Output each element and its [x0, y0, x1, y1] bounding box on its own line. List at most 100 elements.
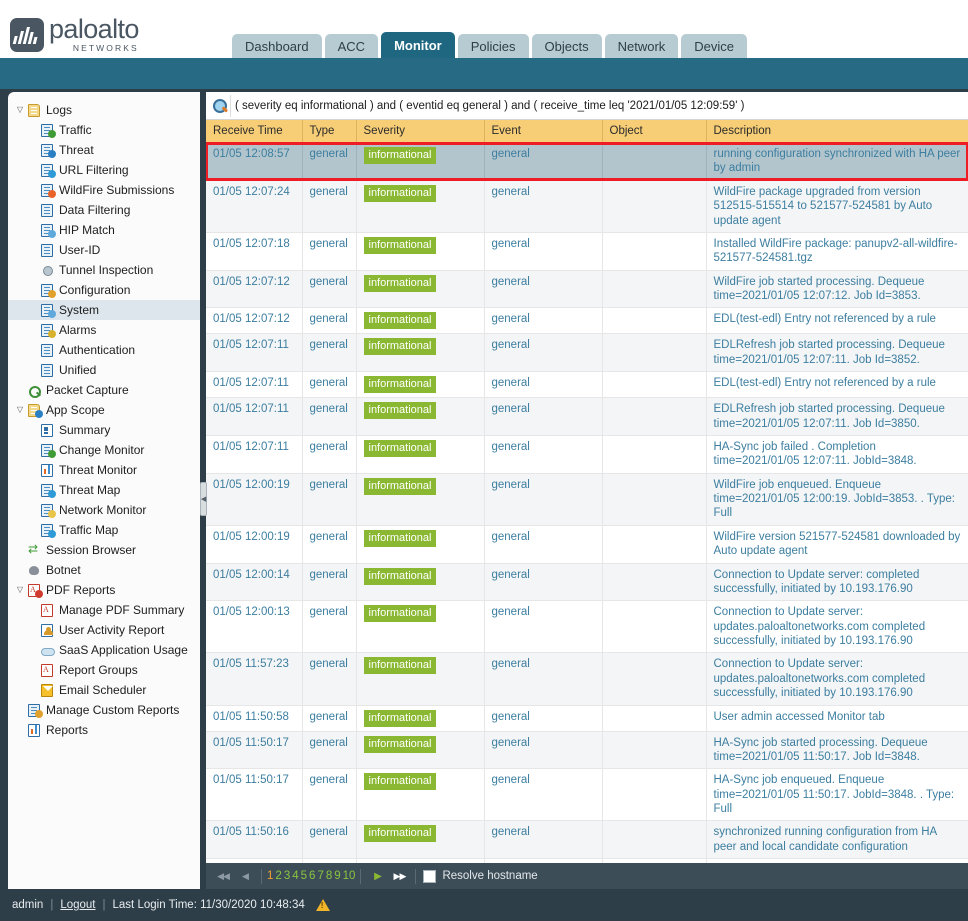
sidebar-item-configuration[interactable]: Configuration	[8, 280, 200, 300]
page-link-9[interactable]: 9	[334, 870, 340, 882]
sidebar-item-summary[interactable]: Summary	[8, 420, 200, 440]
table-row[interactable]: 01/05 11:57:23 general informational genera…	[206, 652, 968, 706]
page-link-5[interactable]: 5	[301, 870, 307, 882]
sidebar-item-logs[interactable]: ▽ Logs	[8, 100, 200, 120]
table-row[interactable]: 01/05 11:50:17 general informational genera…	[206, 768, 968, 822]
logout-link[interactable]: Logout	[60, 899, 95, 911]
sidebar-item-threat-map[interactable]: Threat Map	[8, 480, 200, 500]
sidebar-item-label: Configuration	[59, 283, 131, 297]
warning-triangle-icon[interactable]	[315, 899, 330, 911]
sidebar-item-change-monitor[interactable]: Change Monitor	[8, 440, 200, 460]
table-row[interactable]: 01/05 12:07:24 general informational genera…	[206, 180, 968, 233]
sidebar-item-saas-application-usage[interactable]: SaaS Application Usage	[8, 640, 200, 660]
twisty-expanded-icon[interactable]: ▽	[14, 100, 26, 120]
search-icon[interactable]	[210, 96, 230, 116]
url-filtering-log-icon	[39, 163, 56, 178]
log-table-scroll[interactable]: Receive Time Type Severity Event Object Descr…	[206, 120, 968, 863]
table-row[interactable]: 01/05 11:50:58 general informational genera…	[206, 705, 968, 732]
resolve-hostname-checkbox[interactable]	[423, 869, 437, 883]
page-link-1[interactable]: 1	[267, 870, 273, 882]
table-row[interactable]: 01/05 12:00:13 general informational genera…	[206, 600, 968, 654]
sidebar-item-session-browser[interactable]: Session Browser	[8, 540, 200, 560]
sidebar-item-network-monitor[interactable]: Network Monitor	[8, 500, 200, 520]
tab-network[interactable]: Network	[604, 34, 679, 60]
column-header-description[interactable]: Description	[706, 120, 968, 143]
sidebar-item-label: Botnet	[46, 563, 81, 577]
table-row[interactable]: 01/05 12:07:11 general informational genera…	[206, 333, 968, 373]
table-row[interactable]: 01/05 12:00:14 general informational genera…	[206, 563, 968, 602]
table-row[interactable]: 01/05 12:07:11 general informational genera…	[206, 397, 968, 436]
table-row[interactable]: 01/05 12:00:19 general informational genera…	[206, 473, 968, 526]
tab-device[interactable]: Device	[681, 34, 748, 60]
table-row[interactable]: 01/05 11:50:17 general informational genera…	[206, 731, 968, 770]
tab-policies[interactable]: Policies	[457, 34, 529, 60]
sidebar-item-unified[interactable]: Unified	[8, 360, 200, 380]
table-row[interactable]: 01/05 12:07:18 general informational genera…	[206, 232, 968, 271]
cell-event: general	[484, 307, 603, 335]
table-row[interactable]: 01/05 12:00:19 general informational genera…	[206, 525, 968, 564]
sidebar-item-authentication[interactable]: Authentication	[8, 340, 200, 360]
sidebar-item-app-scope[interactable]: ▽ App Scope	[8, 400, 200, 420]
sidebar-item-pdf-reports[interactable]: ▽ PDF Reports	[8, 580, 200, 600]
sidebar-item-url-filtering[interactable]: URL Filtering	[8, 160, 200, 180]
column-header-event[interactable]: Event	[484, 120, 603, 143]
sidebar-item-report-groups[interactable]: Report Groups	[8, 660, 200, 680]
sidebar-item-reports[interactable]: Reports	[8, 720, 200, 740]
page-link-8[interactable]: 8	[326, 870, 332, 882]
sidebar-item-manage-custom-reports[interactable]: Manage Custom Reports	[8, 700, 200, 720]
sidebar-item-packet-capture[interactable]: Packet Capture	[8, 380, 200, 400]
change-monitor-icon	[39, 443, 56, 458]
sidebar-item-alarms[interactable]: Alarms	[8, 320, 200, 340]
sidebar-item-threat-monitor[interactable]: Threat Monitor	[8, 460, 200, 480]
last-page-button[interactable]: ▶▶	[388, 866, 410, 886]
cell-description: WildFire job enqueued. Enqueue time=2021…	[706, 473, 968, 526]
cell-severity: informational	[356, 652, 485, 706]
table-row[interactable]: 01/05 12:07:12 general informational genera…	[206, 307, 968, 335]
sidebar-item-traffic-map[interactable]: Traffic Map	[8, 520, 200, 540]
cell-receive-time: 01/05 12:00:13	[206, 600, 303, 654]
cell-event: general	[484, 563, 603, 602]
sidebar-item-hip-match[interactable]: HIP Match	[8, 220, 200, 240]
page-link-2[interactable]: 2	[275, 870, 281, 882]
page-link-4[interactable]: 4	[292, 870, 298, 882]
sidebar-item-botnet[interactable]: Botnet	[8, 560, 200, 580]
page-link-7[interactable]: 7	[317, 870, 323, 882]
table-row[interactable]: 01/05 11:48:31generalinformationalgenera…	[206, 858, 968, 863]
tab-dashboard[interactable]: Dashboard	[232, 34, 322, 60]
prev-page-button[interactable]: ◀	[234, 866, 256, 886]
page-link-10[interactable]: 10	[343, 870, 356, 882]
column-header-object[interactable]: Object	[602, 120, 707, 143]
column-header-receive-time[interactable]: Receive Time	[206, 120, 303, 143]
sidebar-item-system[interactable]: System	[8, 300, 200, 320]
twisty-expanded-icon[interactable]: ▽	[14, 580, 26, 600]
search-input[interactable]	[230, 94, 968, 117]
table-row[interactable]: 01/05 11:50:16 general informational genera…	[206, 820, 968, 860]
app-root: paloalto NETWORKS Dashboard ACC Monitor Pol…	[0, 0, 968, 921]
page-link-3[interactable]: 3	[284, 870, 290, 882]
sidebar-item-tunnel-inspection[interactable]: Tunnel Inspection	[8, 260, 200, 280]
page-link-6[interactable]: 6	[309, 870, 315, 882]
data-filtering-log-icon	[39, 203, 56, 218]
sidebar-item-email-scheduler[interactable]: Email Scheduler	[8, 680, 200, 700]
column-header-type[interactable]: Type	[302, 120, 357, 143]
column-header-severity[interactable]: Severity	[356, 120, 485, 143]
sidebar-item-wildfire-submissions[interactable]: WildFire Submissions	[8, 180, 200, 200]
sidebar-collapse-handle[interactable]: ◀	[200, 482, 207, 516]
first-page-button[interactable]: ◀◀	[212, 866, 234, 886]
sidebar-item-manage-pdf-summary[interactable]: Manage PDF Summary	[8, 600, 200, 620]
table-row[interactable]: 01/05 12:07:11 general informational genera…	[206, 371, 968, 399]
sidebar-item-user-id[interactable]: User-ID	[8, 240, 200, 260]
cell-description: HA-Sync job started processing. Dequeue …	[706, 731, 968, 770]
sidebar-item-threat[interactable]: Threat	[8, 140, 200, 160]
sidebar-item-user-activity-report[interactable]: User Activity Report	[8, 620, 200, 640]
table-row[interactable]: 01/05 12:07:11 general informational genera…	[206, 435, 968, 474]
table-row-highlighted[interactable]: 01/05 12:08:57 general informational genera…	[206, 141, 968, 182]
tab-monitor[interactable]: Monitor	[381, 32, 455, 60]
sidebar-item-data-filtering[interactable]: Data Filtering	[8, 200, 200, 220]
next-page-button[interactable]: ▶	[366, 866, 388, 886]
table-row[interactable]: 01/05 12:07:12 general informational genera…	[206, 270, 968, 309]
sidebar-item-traffic[interactable]: Traffic	[8, 120, 200, 140]
twisty-expanded-icon[interactable]: ▽	[14, 400, 26, 420]
tab-acc[interactable]: ACC	[324, 34, 379, 60]
tab-objects[interactable]: Objects	[531, 34, 602, 60]
